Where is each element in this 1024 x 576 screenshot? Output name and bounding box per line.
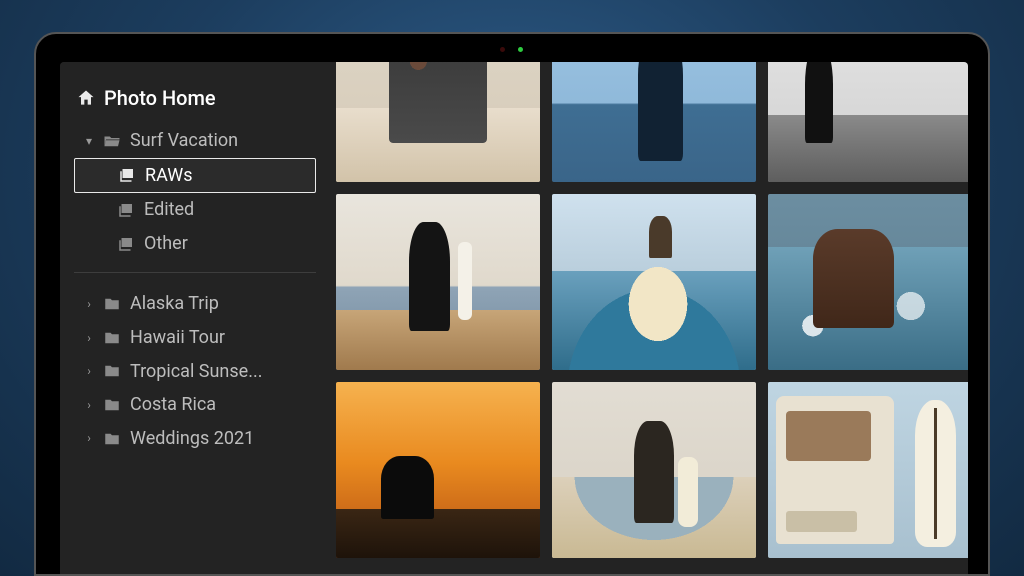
sidebar-home-label: Photo Home [104,86,216,110]
chevron-right-icon: › [84,398,94,412]
sidebar-subfolder-label: RAWs [145,165,193,187]
sidebar-subfolder-label: Edited [144,199,194,221]
sidebar-folder-surf-vacation[interactable]: ▾ Surf Vacation [74,124,316,158]
sidebar: Photo Home ▾ Surf Vacation RAWs Edit [60,62,330,574]
chevron-down-icon: ▾ [84,134,94,148]
folder-icon [102,396,122,414]
folder-icon [102,295,122,313]
thumbnail[interactable] [336,194,540,370]
chevron-right-icon: › [84,431,94,445]
sidebar-subfolder-other[interactable]: Other [74,227,316,261]
chevron-right-icon: › [84,364,94,378]
folder-open-icon [102,132,122,150]
home-icon [76,89,96,107]
thumbnail[interactable] [552,62,756,182]
sidebar-folder-tropical-sunset[interactable]: › Tropical Sunse... [74,355,316,389]
sidebar-folder-label: Tropical Sunse... [130,361,262,383]
thumbnail[interactable] [552,194,756,370]
chevron-right-icon: › [84,297,94,311]
device-frame: Photo Home ▾ Surf Vacation RAWs Edit [34,32,990,576]
thumbnail-pane [330,62,968,574]
sidebar-folder-hawaii-tour[interactable]: › Hawaii Tour [74,321,316,355]
thumbnail[interactable] [768,194,968,370]
sidebar-home[interactable]: Photo Home [74,80,316,116]
sidebar-folder-label: Alaska Trip [130,293,219,315]
sidebar-subfolder-edited[interactable]: Edited [74,193,316,227]
sidebar-folder-weddings-2021[interactable]: › Weddings 2021 [74,422,316,456]
sidebar-folder-label: Hawaii Tour [130,327,225,349]
camera-dot-red-icon [500,47,505,52]
app-screen: Photo Home ▾ Surf Vacation RAWs Edit [60,62,968,574]
thumbnail[interactable] [768,382,968,558]
sidebar-folder-label: Weddings 2021 [130,428,254,450]
stack-icon [116,201,136,219]
thumbnail[interactable] [552,382,756,558]
sidebar-folder-label: Costa Rica [130,394,216,416]
folder-icon [102,362,122,380]
thumbnail-grid [336,62,968,558]
thumbnail[interactable] [336,62,540,182]
sidebar-subfolder-raws[interactable]: RAWs [74,158,316,194]
sidebar-divider [74,272,316,273]
sidebar-folder-label: Surf Vacation [130,130,238,152]
camera-dot-green-icon [518,47,523,52]
chevron-right-icon: › [84,331,94,345]
thumbnail[interactable] [768,62,968,182]
thumbnail[interactable] [336,382,540,558]
sidebar-folder-alaska-trip[interactable]: › Alaska Trip [74,287,316,321]
stack-icon [116,235,136,253]
stack-icon [117,166,137,184]
sidebar-subfolder-label: Other [144,233,188,255]
folder-icon [102,430,122,448]
sidebar-folder-costa-rica[interactable]: › Costa Rica [74,388,316,422]
folder-icon [102,329,122,347]
